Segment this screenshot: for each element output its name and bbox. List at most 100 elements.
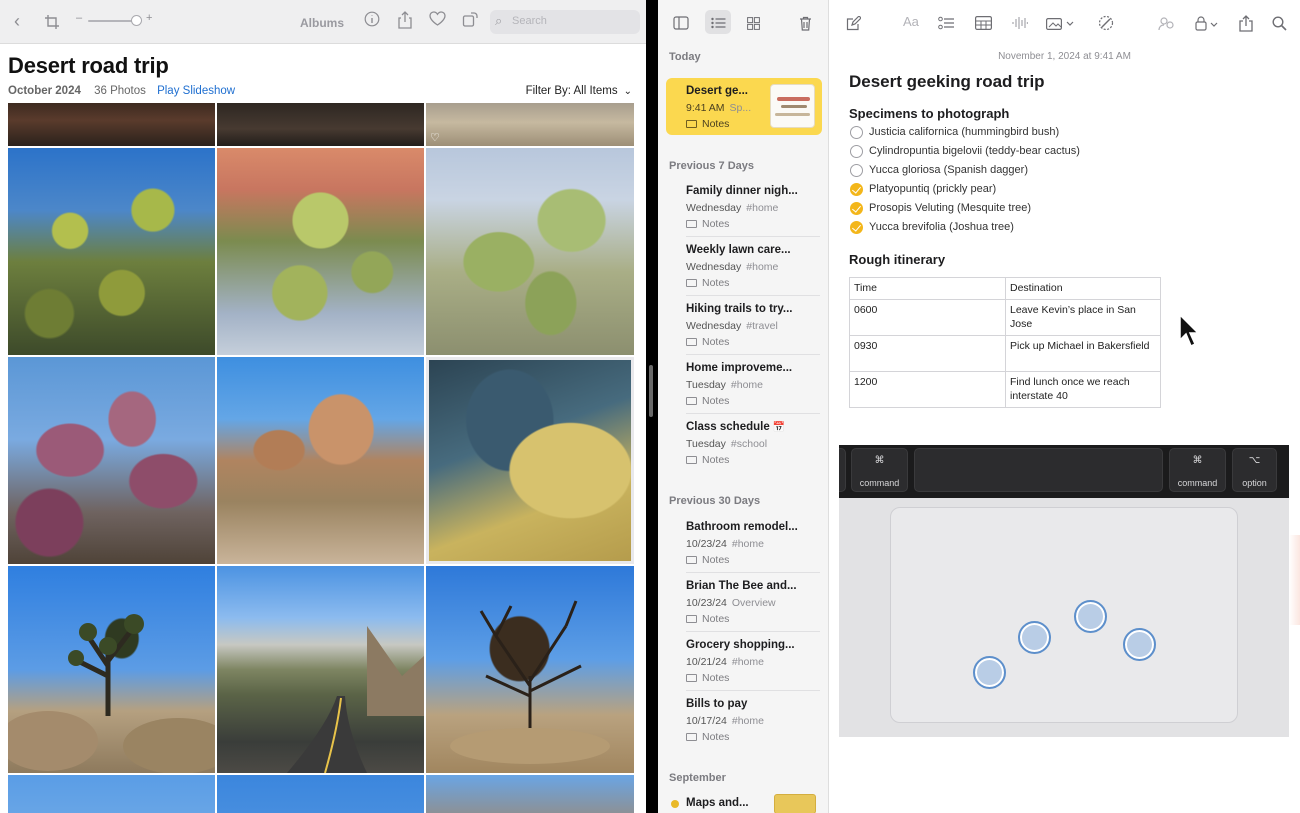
collaborate-icon[interactable] xyxy=(1158,10,1175,34)
checklist-icon[interactable] xyxy=(938,10,955,34)
zoom-slider[interactable]: – + xyxy=(76,12,154,26)
note-item[interactable]: Home improveme... Tuesday #home Notes xyxy=(666,355,822,414)
photo-thumbnail[interactable] xyxy=(217,357,424,564)
note-item[interactable]: Maps and... xyxy=(666,790,822,813)
photo-thumbnail[interactable] xyxy=(426,775,634,813)
note-tag: #home xyxy=(746,261,779,273)
checklist-label[interactable]: Yucca gloriosa (Spanish dagger) xyxy=(869,164,1028,176)
folder-icon xyxy=(686,556,697,564)
zoom-out-icon[interactable]: – xyxy=(76,12,82,24)
lock-icon[interactable] xyxy=(1195,10,1219,34)
note-item[interactable]: Bills to pay 10/17/24 #home Notes xyxy=(666,691,822,750)
share-icon[interactable] xyxy=(1239,10,1253,34)
checkbox-checked[interactable] xyxy=(850,183,863,196)
itinerary-heading[interactable]: Rough itinerary xyxy=(849,252,945,267)
folder-icon xyxy=(686,733,697,741)
note-title[interactable]: Desert geeking road trip xyxy=(849,72,1045,92)
table-cell[interactable]: 0930 xyxy=(849,335,1006,372)
calendar-emoji-icon: 📅 xyxy=(772,422,786,433)
note-item[interactable]: Grocery shopping... 10/21/24 #home Notes xyxy=(666,632,822,691)
zoom-in-icon[interactable]: + xyxy=(146,12,152,24)
list-view-icon[interactable] xyxy=(705,10,731,34)
checklist-label[interactable]: Platyopuntiq (prickly pear) xyxy=(869,183,996,195)
note-item[interactable]: Class schedule 📅 Tuesday #school Notes xyxy=(666,414,822,473)
search-field[interactable]: ⌕ Search xyxy=(490,10,640,34)
section-header-today: Today xyxy=(669,51,701,63)
checkbox-unchecked[interactable] xyxy=(850,126,863,139)
split-divider[interactable] xyxy=(646,0,658,813)
note-folder-label: Notes xyxy=(702,672,730,684)
note-item[interactable]: Family dinner nigh... Wednesday #home Not… xyxy=(666,178,822,237)
favorite-heart-icon[interactable] xyxy=(429,11,446,32)
table-cell[interactable]: 1200 xyxy=(849,371,1006,408)
photo-thumbnail[interactable] xyxy=(8,103,215,146)
checklist-label[interactable]: Prosopis Veluting (Mesquite tree) xyxy=(869,202,1031,214)
sidebar-toggle-icon[interactable] xyxy=(668,10,694,34)
checkbox-checked[interactable] xyxy=(850,221,863,234)
note-item[interactable]: Weekly lawn care... Wednesday #home Notes xyxy=(666,237,822,296)
note-item[interactable]: Bathroom remodel... 10/23/24 #home Notes xyxy=(666,514,822,573)
note-date-text: Wednesday xyxy=(686,202,742,214)
table-cell[interactable]: 0600 xyxy=(849,299,1006,336)
photo-thumbnail[interactable] xyxy=(217,103,424,146)
photo-thumbnail[interactable] xyxy=(8,775,215,813)
photo-thumbnail[interactable] xyxy=(426,566,634,773)
photo-thumbnail[interactable] xyxy=(8,148,215,355)
note-item[interactable]: Hiking trails to try... Wednesday #travel… xyxy=(666,296,822,355)
divider-handle[interactable] xyxy=(649,365,653,417)
rotate-icon[interactable] xyxy=(462,11,478,33)
key-label: command xyxy=(1177,478,1218,488)
albums-button[interactable]: Albums xyxy=(300,13,344,33)
folder-icon xyxy=(686,674,697,682)
trash-icon[interactable] xyxy=(792,10,818,34)
photo-thumbnail-selected[interactable] xyxy=(426,357,634,564)
note-folder-label: Notes xyxy=(702,118,730,130)
info-icon[interactable] xyxy=(364,11,380,33)
photo-thumbnail[interactable] xyxy=(217,775,424,813)
audio-waveform-icon[interactable] xyxy=(1012,10,1029,34)
photo-thumbnail[interactable] xyxy=(8,566,215,773)
photo-thumbnail[interactable]: ♡ xyxy=(426,103,634,146)
table-cell[interactable]: Leave Kevin’s place in San Jose xyxy=(1005,299,1161,336)
checklist-label[interactable]: Yucca brevifolia (Joshua tree) xyxy=(869,221,1014,233)
note-folder: Notes xyxy=(686,613,729,625)
search-icon[interactable] xyxy=(1272,10,1287,34)
table-cell[interactable]: Pick up Michael in Bakersfield xyxy=(1005,335,1161,372)
share-icon[interactable] xyxy=(397,11,413,35)
markup-icon[interactable] xyxy=(1097,10,1115,34)
play-slideshow-link[interactable]: Play Slideshow xyxy=(157,85,235,97)
editor-toolbar: Aa xyxy=(829,0,1300,44)
checkbox-checked[interactable] xyxy=(850,202,863,215)
checklist-label[interactable]: Justicia californica (hummingbird bush) xyxy=(869,126,1059,138)
note-date: 9:41 AM Sp... xyxy=(686,102,751,114)
note-item[interactable]: Desert ge... 9:41 AM Sp... Notes xyxy=(666,78,822,135)
note-folder-label: Notes xyxy=(702,218,730,230)
checklist-label[interactable]: Cylindropuntia bigelovii (teddy-bear cac… xyxy=(869,145,1080,157)
key-symbol: ⌘ xyxy=(874,455,885,466)
gallery-view-icon[interactable] xyxy=(740,10,766,34)
table-header-cell[interactable]: Time xyxy=(849,277,1006,300)
photo-thumbnail[interactable] xyxy=(8,357,215,564)
photo-thumbnail[interactable] xyxy=(426,148,634,355)
photo-thumbnail[interactable] xyxy=(217,566,424,773)
command-key: ⌘ command xyxy=(851,448,908,492)
table-icon[interactable] xyxy=(975,10,993,34)
itinerary-table[interactable]: Time Destination 0600 Leave Kevin’s plac… xyxy=(849,277,1161,408)
decorative-edge xyxy=(1289,535,1300,625)
touch-point xyxy=(1074,600,1107,633)
zoom-slider-knob[interactable] xyxy=(131,15,142,26)
text-format-icon[interactable]: Aa xyxy=(903,10,919,34)
photo-thumbnail[interactable] xyxy=(217,148,424,355)
back-icon[interactable]: ‹ xyxy=(14,11,20,31)
crop-icon[interactable] xyxy=(44,14,60,30)
note-item[interactable]: Brian The Bee and... 10/23/24 Overview No… xyxy=(666,573,822,632)
table-cell[interactable]: Find lunch once we reach interstate 40 xyxy=(1005,371,1161,408)
compose-icon[interactable] xyxy=(846,10,862,34)
note-tag: Sp... xyxy=(729,102,752,114)
specimens-heading[interactable]: Specimens to photograph xyxy=(849,106,1009,121)
filter-dropdown[interactable]: Filter By: All Items ⌄ xyxy=(526,85,632,97)
checkbox-unchecked[interactable] xyxy=(850,164,863,177)
checkbox-unchecked[interactable] xyxy=(850,145,863,158)
table-header-cell[interactable]: Destination xyxy=(1005,277,1161,300)
media-insert-icon[interactable] xyxy=(1046,10,1074,34)
